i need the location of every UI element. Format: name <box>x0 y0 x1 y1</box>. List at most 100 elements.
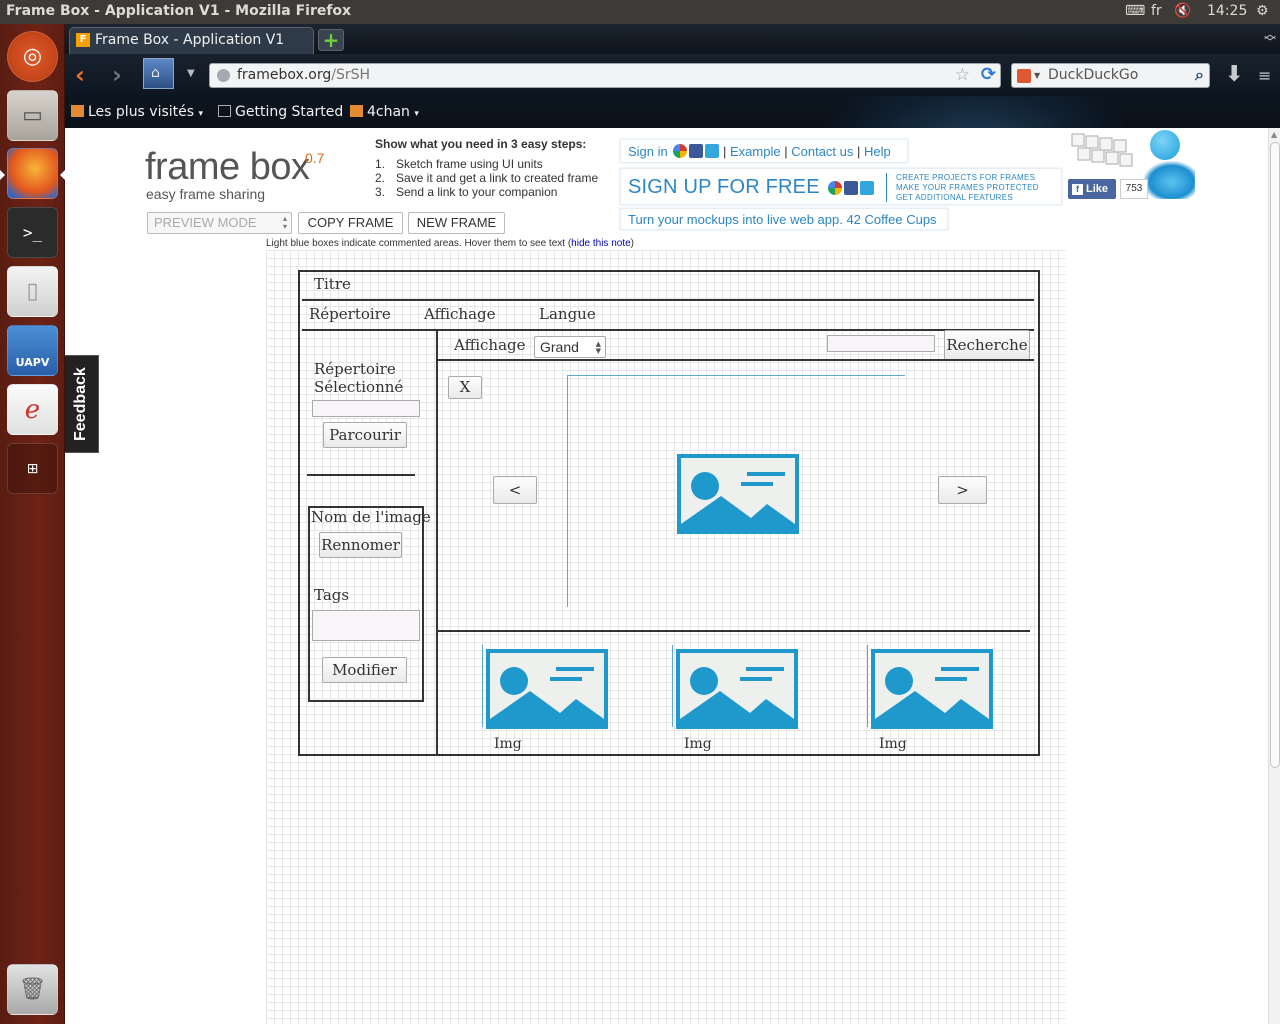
facebook-icon: f <box>1072 184 1083 195</box>
facebook-like-count: 753 <box>1120 179 1148 199</box>
url-bar[interactable]: framebox.org/SrSH ☆ ⟳ <box>209 63 1001 88</box>
google-icon[interactable] <box>827 181 842 195</box>
help-link[interactable]: Help <box>864 144 891 159</box>
page-icon <box>218 105 231 117</box>
hide-note-link[interactable]: hide this note <box>571 238 631 249</box>
scrollbar-thumb[interactable] <box>1270 142 1280 768</box>
directory-field[interactable] <box>312 400 420 417</box>
new-frame-button[interactable]: NEW FRAME <box>408 212 505 234</box>
tags-label: Tags <box>314 586 350 604</box>
thumbnail-image-icon[interactable] <box>871 649 993 729</box>
comment-area-left <box>567 375 568 607</box>
keyboard-icon[interactable]: ⌨ <box>1125 3 1145 19</box>
terminal-launcher[interactable]: >_ <box>7 207 58 258</box>
signup-link[interactable]: SIGN UP FOR FREE <box>628 176 874 199</box>
twitter-icon[interactable] <box>705 144 720 158</box>
workspaces-icon: ⊞ <box>26 460 39 477</box>
trash-icon: 🗑 <box>18 977 47 1002</box>
view-size-select[interactable]: Grand ▲ ▼ <box>534 336 606 358</box>
facebook-like-button[interactable]: f Like <box>1068 179 1116 199</box>
copy-frame-button[interactable]: COPY FRAME <box>298 212 403 234</box>
building-icon: ⌂ <box>151 65 160 81</box>
rename-button[interactable]: Rennomer <box>319 532 402 558</box>
menu-repertoire[interactable]: Répertoire <box>309 305 391 323</box>
menu-icon[interactable]: ≡ <box>1258 66 1271 85</box>
document-icon: ▯ <box>26 279 39 304</box>
forward-arrow-icon[interactable]: › <box>112 63 122 87</box>
tab-list-chevron-icon[interactable]: ︿ ﹀ <box>1264 28 1276 48</box>
google-icon[interactable] <box>673 144 688 158</box>
bookmark-4chan[interactable]: 4chan ▾ <box>350 104 419 120</box>
twitter-bird-icon[interactable] <box>1143 161 1195 199</box>
menu-langue[interactable]: Langue <box>539 305 596 323</box>
volume-muted-icon[interactable]: 🔇 <box>1174 3 1191 19</box>
home-button[interactable]: ⌂ <box>143 58 174 89</box>
sketch-canvas[interactable]: Titre Répertoire Affichage Langue Répert… <box>266 250 1066 1024</box>
duckduckgo-engine-icon[interactable] <box>1017 69 1031 83</box>
main-image-placeholder-icon[interactable] <box>677 454 799 534</box>
facebook-icon[interactable] <box>689 144 704 158</box>
bookmark-star-icon[interactable]: ☆ <box>955 65 970 85</box>
steps-panel: Show what you need in 3 easy steps: 1. Sk… <box>375 137 598 199</box>
folder-icon <box>350 105 363 117</box>
search-icon[interactable]: ⌕ <box>1195 65 1204 85</box>
url-path: /SrSH <box>331 67 371 83</box>
tab-framebox[interactable]: F Frame Box - Application V1 <box>69 27 314 54</box>
trash-launcher[interactable]: 🗑 <box>7 964 58 1015</box>
scroll-up-icon[interactable]: ▲ <box>1271 130 1277 139</box>
pdf-viewer-launcher[interactable]: ℯ <box>7 384 58 435</box>
unity-launcher: ◎ ▭ >_ ▯ UAPV ℯ ⊞ 🗑 <box>0 24 65 1024</box>
feature-list: CREATE PROJECTS FOR FRAMES MAKE YOUR FRA… <box>896 173 1039 202</box>
text-editor-launcher[interactable]: ▯ <box>7 266 58 317</box>
clock[interactable]: 14:25 <box>1207 3 1247 19</box>
top-panel: Frame Box - Application V1 - Mozilla Fir… <box>0 0 1280 24</box>
firefox-launcher[interactable] <box>7 148 58 199</box>
example-link[interactable]: Example <box>730 144 781 159</box>
back-arrow-icon[interactable]: ‹ <box>75 63 85 87</box>
modify-button[interactable]: Modifier <box>322 657 407 683</box>
site-identity-icon[interactable] <box>217 69 230 82</box>
uapv-launcher[interactable]: UAPV <box>7 325 58 376</box>
facebook-icon[interactable] <box>843 181 858 195</box>
workspace-switcher-launcher[interactable]: ⊞ <box>7 443 58 494</box>
uapv-icon: UAPV <box>15 356 50 369</box>
next-image-button[interactable]: > <box>938 476 987 504</box>
twitter-icon[interactable] <box>859 181 874 195</box>
bookmark-getting-started[interactable]: Getting Started <box>218 104 343 120</box>
search-button[interactable]: Recherche <box>944 330 1030 360</box>
new-tab-button[interactable]: + <box>318 29 344 51</box>
session-gear-icon[interactable]: ⚙ <box>1256 3 1269 19</box>
menu-affichage[interactable]: Affichage <box>424 305 496 323</box>
engine-dropdown-icon[interactable]: ▼ <box>1034 71 1040 80</box>
twitter-badge-icon[interactable] <box>1150 130 1180 160</box>
bookmark-most-visited[interactable]: Les plus visités ▾ <box>71 104 203 120</box>
page-scrollbar[interactable]: ▲ <box>1268 128 1280 1024</box>
coffee-cups-link[interactable]: Turn your mockups into live web app. 42 … <box>620 208 948 230</box>
terminal-icon: >_ <box>22 223 43 242</box>
close-viewer-button[interactable]: X <box>448 376 482 399</box>
history-dropdown-icon[interactable]: ▼ <box>187 68 195 79</box>
sidebar-separator <box>307 474 415 476</box>
previous-image-button[interactable]: < <box>493 476 537 504</box>
file-manager-launcher[interactable]: ▭ <box>7 90 58 141</box>
dash-home-button[interactable]: ◎ <box>7 31 58 82</box>
contact-link[interactable]: Contact us <box>791 144 853 159</box>
feedback-tab[interactable]: Feedback <box>65 355 99 453</box>
reload-icon[interactable]: ⟳ <box>981 64 996 85</box>
mockup-title[interactable]: Titre <box>314 275 351 293</box>
thumbnail-label: Img <box>684 736 712 752</box>
search-bar[interactable]: ▼ DuckDuckGo ⌕ <box>1011 63 1210 88</box>
comment-area-top <box>567 375 905 376</box>
download-arrow-icon[interactable]: ⬇ <box>1225 62 1243 87</box>
thumbnail-image-icon[interactable] <box>486 649 608 729</box>
search-field[interactable] <box>827 335 935 352</box>
framebox-logo[interactable]: frame box <box>145 146 310 189</box>
mode-select[interactable]: PREVIEW MODE ▴ ▾ <box>147 212 292 234</box>
comment-area-edge <box>672 645 673 727</box>
keyboard-layout[interactable]: fr <box>1151 3 1162 19</box>
thumbnail-image-icon[interactable] <box>676 649 798 729</box>
tags-field[interactable] <box>312 610 420 641</box>
sign-in-link[interactable]: Sign in <box>628 144 668 159</box>
web-page: frame box 0.7 easy frame sharing PREVIEW… <box>65 128 1268 1024</box>
browse-button[interactable]: Parcourir <box>323 422 407 448</box>
